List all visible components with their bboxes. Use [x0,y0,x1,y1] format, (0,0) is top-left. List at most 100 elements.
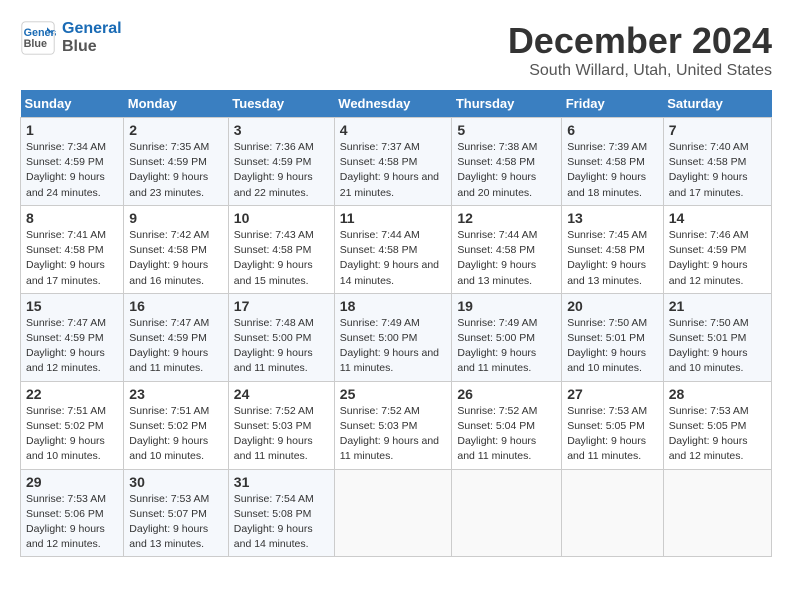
day-header: Sunday [21,90,124,118]
calendar-week-row: 8 Sunrise: 7:41 AMSunset: 4:58 PMDayligh… [21,205,772,293]
day-detail: Sunrise: 7:41 AMSunset: 4:58 PMDaylight:… [26,229,106,287]
day-detail: Sunrise: 7:53 AMSunset: 5:06 PMDaylight:… [26,493,106,551]
day-number: 15 [26,298,118,314]
day-detail: Sunrise: 7:52 AMSunset: 5:03 PMDaylight:… [234,405,314,463]
calendar-cell: 25 Sunrise: 7:52 AMSunset: 5:03 PMDaylig… [334,381,452,469]
calendar-body: 1 Sunrise: 7:34 AMSunset: 4:59 PMDayligh… [21,118,772,557]
calendar-week-row: 29 Sunrise: 7:53 AMSunset: 5:06 PMDaylig… [21,469,772,557]
day-detail: Sunrise: 7:47 AMSunset: 4:59 PMDaylight:… [129,317,209,375]
calendar-cell: 23 Sunrise: 7:51 AMSunset: 5:02 PMDaylig… [124,381,229,469]
day-number: 17 [234,298,329,314]
day-detail: Sunrise: 7:40 AMSunset: 4:58 PMDaylight:… [669,141,749,199]
day-header: Wednesday [334,90,452,118]
day-detail: Sunrise: 7:52 AMSunset: 5:03 PMDaylight:… [340,405,439,463]
calendar-cell: 24 Sunrise: 7:52 AMSunset: 5:03 PMDaylig… [228,381,334,469]
day-header: Monday [124,90,229,118]
day-detail: Sunrise: 7:53 AMSunset: 5:05 PMDaylight:… [669,405,749,463]
calendar-cell: 11 Sunrise: 7:44 AMSunset: 4:58 PMDaylig… [334,205,452,293]
day-detail: Sunrise: 7:38 AMSunset: 4:58 PMDaylight:… [457,141,537,199]
day-number: 12 [457,210,556,226]
day-number: 28 [669,386,766,402]
calendar-cell: 18 Sunrise: 7:49 AMSunset: 5:00 PMDaylig… [334,293,452,381]
day-detail: Sunrise: 7:34 AMSunset: 4:59 PMDaylight:… [26,141,106,199]
calendar-header-row: SundayMondayTuesdayWednesdayThursdayFrid… [21,90,772,118]
day-detail: Sunrise: 7:46 AMSunset: 4:59 PMDaylight:… [669,229,749,287]
day-number: 29 [26,474,118,490]
day-number: 24 [234,386,329,402]
calendar-cell: 2 Sunrise: 7:35 AMSunset: 4:59 PMDayligh… [124,118,229,206]
calendar-cell: 16 Sunrise: 7:47 AMSunset: 4:59 PMDaylig… [124,293,229,381]
calendar-week-row: 1 Sunrise: 7:34 AMSunset: 4:59 PMDayligh… [21,118,772,206]
day-detail: Sunrise: 7:50 AMSunset: 5:01 PMDaylight:… [669,317,749,375]
day-number: 8 [26,210,118,226]
day-number: 31 [234,474,329,490]
calendar-cell: 13 Sunrise: 7:45 AMSunset: 4:58 PMDaylig… [562,205,664,293]
day-number: 30 [129,474,223,490]
day-number: 5 [457,122,556,138]
day-detail: Sunrise: 7:45 AMSunset: 4:58 PMDaylight:… [567,229,647,287]
day-number: 2 [129,122,223,138]
day-detail: Sunrise: 7:51 AMSunset: 5:02 PMDaylight:… [129,405,209,463]
day-detail: Sunrise: 7:53 AMSunset: 5:05 PMDaylight:… [567,405,647,463]
day-detail: Sunrise: 7:53 AMSunset: 5:07 PMDaylight:… [129,493,209,551]
day-number: 25 [340,386,447,402]
day-detail: Sunrise: 7:35 AMSunset: 4:59 PMDaylight:… [129,141,209,199]
day-number: 19 [457,298,556,314]
calendar-cell: 12 Sunrise: 7:44 AMSunset: 4:58 PMDaylig… [452,205,562,293]
day-detail: Sunrise: 7:54 AMSunset: 5:08 PMDaylight:… [234,493,314,551]
calendar-cell: 30 Sunrise: 7:53 AMSunset: 5:07 PMDaylig… [124,469,229,557]
calendar-cell: 10 Sunrise: 7:43 AMSunset: 4:58 PMDaylig… [228,205,334,293]
calendar-cell: 19 Sunrise: 7:49 AMSunset: 5:00 PMDaylig… [452,293,562,381]
calendar-cell: 5 Sunrise: 7:38 AMSunset: 4:58 PMDayligh… [452,118,562,206]
day-number: 23 [129,386,223,402]
main-title: December 2024 [508,20,772,62]
day-number: 10 [234,210,329,226]
day-number: 3 [234,122,329,138]
calendar-cell: 8 Sunrise: 7:41 AMSunset: 4:58 PMDayligh… [21,205,124,293]
calendar-cell: 9 Sunrise: 7:42 AMSunset: 4:58 PMDayligh… [124,205,229,293]
day-detail: Sunrise: 7:44 AMSunset: 4:58 PMDaylight:… [340,229,439,287]
day-detail: Sunrise: 7:48 AMSunset: 5:00 PMDaylight:… [234,317,314,375]
day-header: Saturday [663,90,771,118]
day-header: Friday [562,90,664,118]
subtitle: South Willard, Utah, United States [508,62,772,80]
day-detail: Sunrise: 7:37 AMSunset: 4:58 PMDaylight:… [340,141,439,199]
day-number: 9 [129,210,223,226]
calendar-cell: 7 Sunrise: 7:40 AMSunset: 4:58 PMDayligh… [663,118,771,206]
day-header: Tuesday [228,90,334,118]
calendar-cell: 29 Sunrise: 7:53 AMSunset: 5:06 PMDaylig… [21,469,124,557]
day-number: 13 [567,210,658,226]
calendar-cell [452,469,562,557]
calendar-cell: 6 Sunrise: 7:39 AMSunset: 4:58 PMDayligh… [562,118,664,206]
day-number: 22 [26,386,118,402]
logo-line2: Blue [62,38,122,56]
title-area: December 2024 South Willard, Utah, Unite… [508,20,772,80]
day-detail: Sunrise: 7:43 AMSunset: 4:58 PMDaylight:… [234,229,314,287]
calendar-cell: 27 Sunrise: 7:53 AMSunset: 5:05 PMDaylig… [562,381,664,469]
day-detail: Sunrise: 7:42 AMSunset: 4:58 PMDaylight:… [129,229,209,287]
day-detail: Sunrise: 7:49 AMSunset: 5:00 PMDaylight:… [457,317,537,375]
calendar-cell: 1 Sunrise: 7:34 AMSunset: 4:59 PMDayligh… [21,118,124,206]
calendar-cell [663,469,771,557]
day-number: 7 [669,122,766,138]
logo: General Blue General Blue [20,20,122,56]
day-number: 16 [129,298,223,314]
day-detail: Sunrise: 7:49 AMSunset: 5:00 PMDaylight:… [340,317,439,375]
calendar-cell: 4 Sunrise: 7:37 AMSunset: 4:58 PMDayligh… [334,118,452,206]
day-number: 21 [669,298,766,314]
day-detail: Sunrise: 7:44 AMSunset: 4:58 PMDaylight:… [457,229,537,287]
calendar-cell: 22 Sunrise: 7:51 AMSunset: 5:02 PMDaylig… [21,381,124,469]
calendar-cell [334,469,452,557]
day-number: 1 [26,122,118,138]
calendar-week-row: 22 Sunrise: 7:51 AMSunset: 5:02 PMDaylig… [21,381,772,469]
calendar-table: SundayMondayTuesdayWednesdayThursdayFrid… [20,90,772,557]
day-number: 18 [340,298,447,314]
calendar-cell: 14 Sunrise: 7:46 AMSunset: 4:59 PMDaylig… [663,205,771,293]
calendar-cell: 21 Sunrise: 7:50 AMSunset: 5:01 PMDaylig… [663,293,771,381]
header: General Blue General Blue December 2024 … [20,20,772,80]
calendar-cell: 28 Sunrise: 7:53 AMSunset: 5:05 PMDaylig… [663,381,771,469]
day-number: 27 [567,386,658,402]
day-detail: Sunrise: 7:50 AMSunset: 5:01 PMDaylight:… [567,317,647,375]
day-header: Thursday [452,90,562,118]
day-number: 26 [457,386,556,402]
